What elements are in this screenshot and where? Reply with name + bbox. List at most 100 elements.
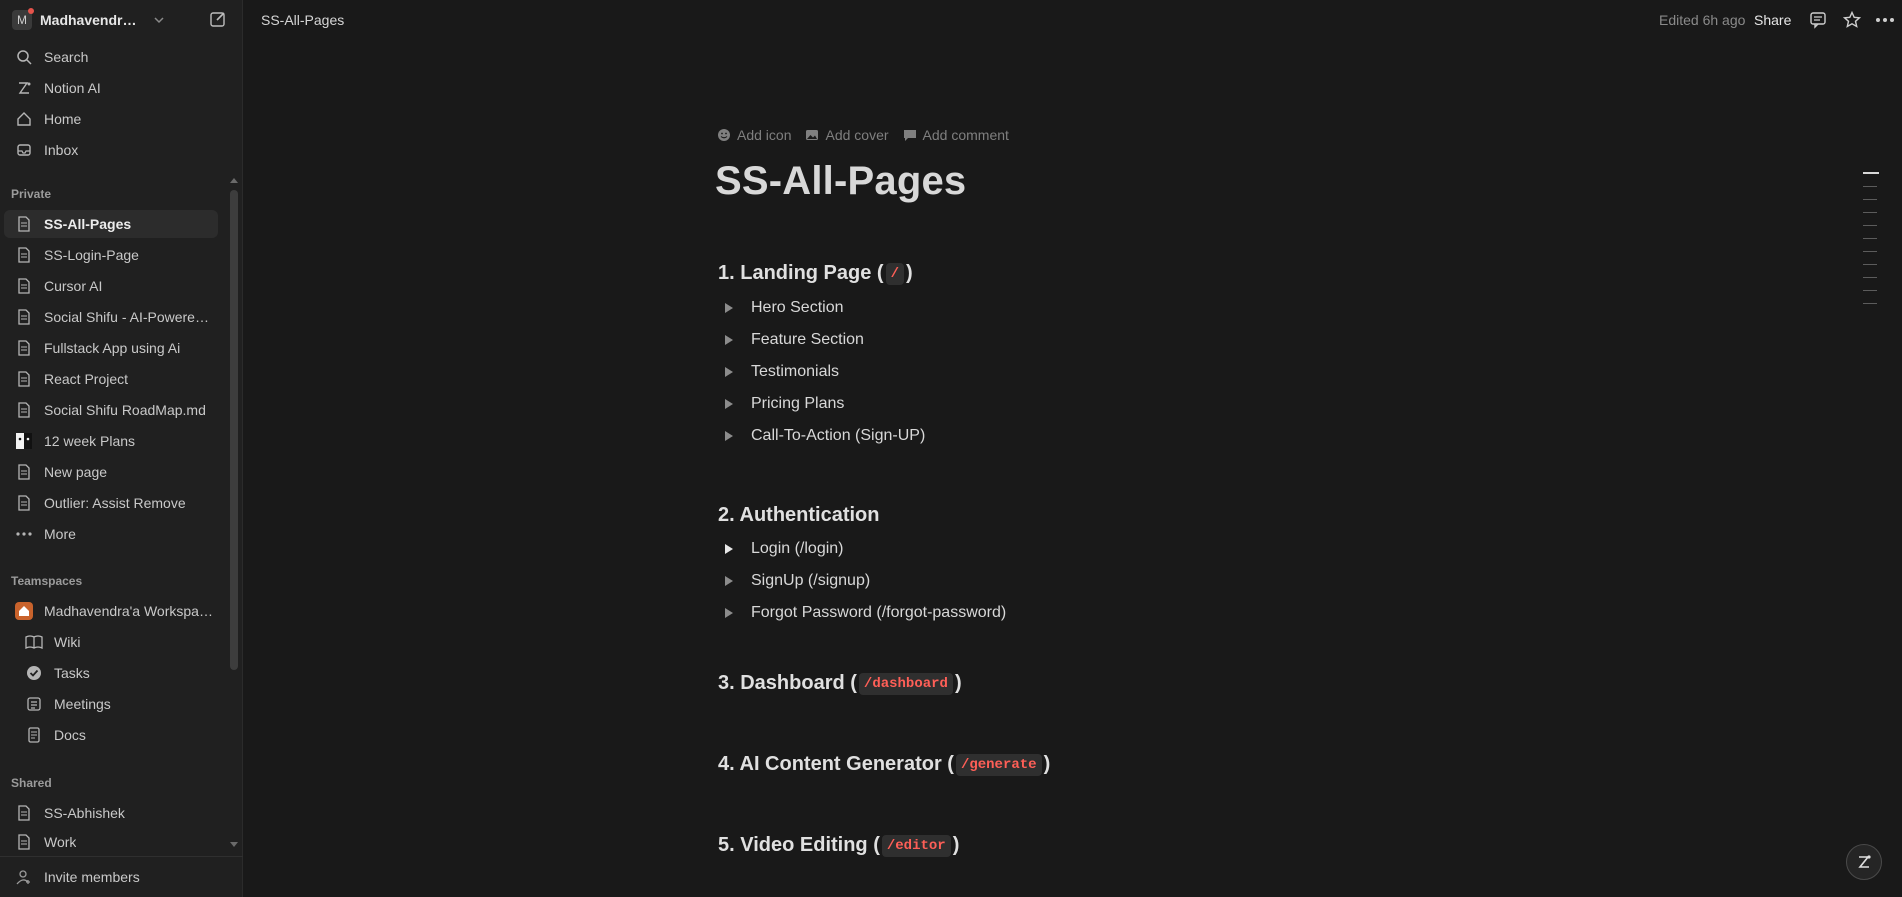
page-icon xyxy=(14,803,34,823)
add-comment-button[interactable]: Add comment xyxy=(903,127,1009,143)
sidebar-item-home[interactable]: Home xyxy=(4,105,218,133)
toggle-arrow-icon[interactable] xyxy=(725,367,733,377)
toc-marker[interactable] xyxy=(1863,303,1877,304)
heading-ai-content-generator[interactable]: 4. AI Content Generator (/generate) xyxy=(718,753,1050,776)
sidebar-item-label: Search xyxy=(44,49,89,65)
toc-marker[interactable] xyxy=(1863,290,1877,291)
sidebar-item-label: Fullstack App using Ai xyxy=(44,340,181,356)
page-actions: Add icon Add cover Add comment xyxy=(717,127,1009,143)
sidebar-item-label: 12 week Plans xyxy=(44,433,136,449)
sidebar-item-label: Work xyxy=(44,834,77,850)
toggle-arrow-icon[interactable] xyxy=(725,335,733,345)
edited-status: Edited 6h ago xyxy=(1659,12,1746,28)
breadcrumb[interactable]: SS-All-Pages xyxy=(261,12,344,28)
sidebar-item-search[interactable]: Search xyxy=(4,43,218,71)
sidebar-item-ss-all-pages[interactable]: SS-All-Pages xyxy=(4,210,218,238)
workspace-switcher[interactable]: M Madhavendra's Notion xyxy=(12,8,232,32)
sidebar-item-more[interactable]: More xyxy=(4,520,218,548)
sidebar-item-ss-abhishek[interactable]: SS-Abhishek xyxy=(4,799,218,827)
sidebar-item-react-project[interactable]: React Project xyxy=(4,365,218,393)
section-label-teamspaces: Teamspaces xyxy=(11,574,83,588)
comments-icon[interactable] xyxy=(1807,9,1829,31)
sidebar-item-ss-login-page[interactable]: SS-Login-Page xyxy=(4,241,218,269)
sidebar-item-label: Docs xyxy=(54,727,86,743)
toc-marker[interactable] xyxy=(1863,264,1877,265)
sidebar-item-work[interactable]: Work xyxy=(4,830,218,854)
toc-marker[interactable] xyxy=(1863,199,1877,200)
star-icon[interactable] xyxy=(1841,9,1863,31)
toggle-arrow-icon[interactable] xyxy=(725,303,733,313)
workspace-avatar: M xyxy=(12,8,34,30)
toc-marker[interactable] xyxy=(1863,251,1877,252)
sidebar-item-notion-ai[interactable]: Notion AI xyxy=(4,74,218,102)
add-icon-button[interactable]: Add icon xyxy=(717,127,791,143)
sidebar: M Madhavendra's Notion Search Notion AI … xyxy=(0,0,243,897)
heading-landing-page[interactable]: 1. Landing Page (/) xyxy=(718,262,913,285)
smiley-icon xyxy=(718,129,730,141)
sidebar-item-label: SS-Abhishek xyxy=(44,805,125,821)
heading-authentication[interactable]: 2. Authentication xyxy=(718,504,879,527)
toc-marker[interactable] xyxy=(1863,238,1877,239)
inline-code: /generate xyxy=(955,753,1042,776)
inline-code: /editor xyxy=(881,834,951,857)
sidebar-item-label: Wiki xyxy=(54,634,81,650)
toggle-arrow-icon[interactable] xyxy=(725,544,733,554)
more-options-icon[interactable] xyxy=(1874,9,1896,31)
sidebar-item-outlier[interactable]: Outlier: Assist Remove xyxy=(4,489,218,517)
toggle-arrow-icon[interactable] xyxy=(725,399,733,409)
add-cover-button[interactable]: Add cover xyxy=(805,127,889,143)
sidebar-scrollbar[interactable] xyxy=(230,190,238,670)
toggle-item[interactable]: SignUp (/signup) xyxy=(723,568,870,594)
toggle-arrow-icon[interactable] xyxy=(725,608,733,618)
toggle-item[interactable]: Hero Section xyxy=(723,295,844,321)
toggle-item[interactable]: Call-To-Action (Sign-UP) xyxy=(723,423,925,449)
notification-dot xyxy=(28,8,34,14)
sidebar-item-docs[interactable]: Docs xyxy=(4,721,218,749)
sidebar-item-cursor-ai[interactable]: Cursor AI xyxy=(4,272,218,300)
sidebar-item-label: More xyxy=(44,526,76,542)
toggle-item[interactable]: Login (/login) xyxy=(723,536,844,562)
sidebar-item-label: Notion AI xyxy=(44,80,101,96)
scroll-down-arrow[interactable] xyxy=(230,842,238,847)
sidebar-item-tasks[interactable]: Tasks xyxy=(4,659,218,687)
heading-video-editing[interactable]: 5. Video Editing (/editor) xyxy=(718,834,959,857)
section-label-shared: Shared xyxy=(11,776,52,790)
scroll-up-arrow[interactable] xyxy=(230,178,238,183)
notion-ai-button[interactable] xyxy=(1846,844,1882,880)
sidebar-item-label: New page xyxy=(44,464,108,480)
sidebar-item-social-shifu[interactable]: Social Shifu - AI-Powered Video Editing xyxy=(4,303,218,331)
sidebar-item-new-page[interactable]: New page xyxy=(4,458,218,486)
table-of-contents-markers[interactable] xyxy=(1863,172,1879,316)
share-button[interactable]: Share xyxy=(1754,12,1791,28)
invite-members-button[interactable]: Invite members xyxy=(4,863,218,891)
sidebar-item-meetings[interactable]: Meetings xyxy=(4,690,218,718)
sidebar-item-label: SS-Login-Page xyxy=(44,247,139,263)
toggle-item[interactable]: Testimonials xyxy=(723,359,839,385)
toggle-item[interactable]: Feature Section xyxy=(723,327,864,353)
heading-dashboard[interactable]: 3. Dashboard (/dashboard) xyxy=(718,672,962,695)
toggle-item[interactable]: Forgot Password (/forgot-password) xyxy=(723,600,1006,626)
toc-marker[interactable] xyxy=(1863,225,1877,226)
sidebar-item-teamspace[interactable]: Madhavendra'a Workspace HQ xyxy=(4,597,218,625)
sidebar-item-label: Home xyxy=(44,111,82,127)
sidebar-item-inbox[interactable]: Inbox xyxy=(4,136,218,164)
toggle-item[interactable]: Pricing Plans xyxy=(723,391,844,417)
sidebar-item-fullstack-app[interactable]: Fullstack App using Ai xyxy=(4,334,218,362)
sidebar-item-label: Meetings xyxy=(54,696,111,712)
page-content: Add icon Add cover Add comment SS-All-Pa… xyxy=(243,40,1902,897)
sidebar-item-label: React Project xyxy=(44,371,129,387)
toc-marker[interactable] xyxy=(1863,172,1879,174)
toc-marker[interactable] xyxy=(1863,212,1877,213)
toggle-arrow-icon[interactable] xyxy=(725,431,733,441)
toggle-arrow-icon[interactable] xyxy=(725,576,733,586)
toc-marker[interactable] xyxy=(1863,186,1877,187)
page-icon xyxy=(14,493,34,513)
sidebar-item-wiki[interactable]: Wiki xyxy=(4,628,218,656)
page-title[interactable]: SS-All-Pages xyxy=(715,159,966,204)
notion-ai-icon xyxy=(1858,855,1871,868)
sidebar-item-12-week-plans[interactable]: 12 week Plans xyxy=(4,427,218,455)
new-page-icon[interactable] xyxy=(208,9,228,29)
toc-marker[interactable] xyxy=(1863,277,1877,278)
section-label-private: Private xyxy=(11,187,52,201)
sidebar-item-roadmap[interactable]: Social Shifu RoadMap.md xyxy=(4,396,218,424)
